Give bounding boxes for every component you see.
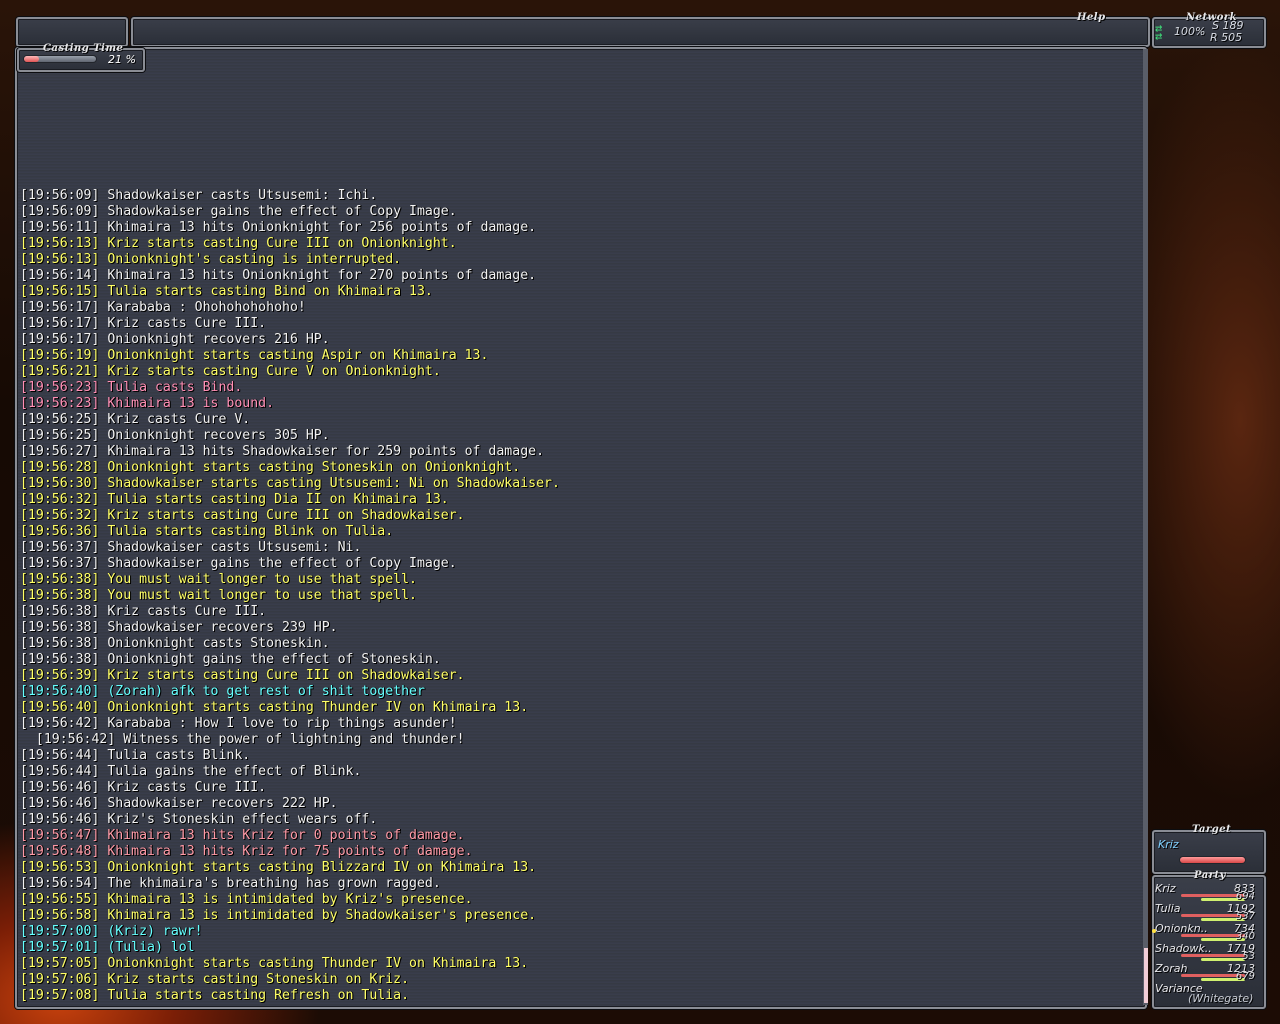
- chat-line: [19:56:15] Tulia starts casting Bind on …: [20, 284, 433, 299]
- chat-line: [19:56:11] Khimaira 13 hits Onionknight …: [20, 220, 537, 235]
- party-member-mp: 694: [1235, 891, 1255, 902]
- chat-line: [19:56:37] Shadowkaiser casts Utsusemi: …: [20, 540, 362, 555]
- chat-line: [19:56:53] Onionknight starts casting Bl…: [20, 860, 537, 875]
- network-arrows-icon: ⇄ ⇄: [1155, 21, 1163, 43]
- chat-line: [19:57:05] Onionknight starts casting Th…: [20, 956, 529, 971]
- party-member-mp-bar: [1201, 958, 1245, 961]
- chat-scrollbar[interactable]: [1143, 49, 1148, 1005]
- chat-line: [19:56:14] Khimaira 13 hits Onionknight …: [20, 268, 537, 283]
- chat-line: [19:56:38] Kriz casts Cure III.: [20, 604, 267, 619]
- chat-line: [19:57:00] (Kriz) rawr!: [20, 924, 203, 939]
- party-member[interactable]: Kriz 833 694: [1155, 882, 1261, 902]
- chat-scroll-thumb[interactable]: [1144, 948, 1148, 1003]
- chat-line: [19:56:30] Shadowkaiser starts casting U…: [20, 476, 560, 491]
- chat-line: [19:56:32] Tulia starts casting Dia II o…: [20, 492, 449, 507]
- target-label: Target: [1192, 824, 1232, 835]
- party-label: Party: [1194, 870, 1226, 881]
- network-recv: R 505: [1210, 31, 1243, 44]
- chat-line: [19:56:47] Khimaira 13 hits Kriz for 0 p…: [20, 828, 465, 843]
- chat-line: [19:56:36] Tulia starts casting Blink on…: [20, 524, 394, 539]
- chat-line: [19:56:55] Khimaira 13 is intimidated by…: [20, 892, 473, 907]
- chat-line: [19:56:25] Onionknight recovers 305 HP.: [20, 428, 330, 443]
- chat-line: [19:56:13] Kriz starts casting Cure III …: [20, 236, 457, 251]
- chat-line: [19:56:46] Kriz casts Cure III.: [20, 780, 267, 795]
- chat-line: [19:56:32] Kriz starts casting Cure III …: [20, 508, 465, 523]
- party-member[interactable]: Zorah 1213 679: [1155, 962, 1261, 982]
- casting-progress-fill: [24, 56, 40, 62]
- chat-line: [19:56:19] Onionknight starts casting As…: [20, 348, 489, 363]
- chat-line: [19:56:48] Khimaira 13 hits Kriz for 75 …: [20, 844, 473, 859]
- chat-line: [19:56:25] Kriz casts Cure V.: [20, 412, 251, 427]
- chat-line: [19:56:09] Shadowkaiser casts Utsusemi: …: [20, 188, 378, 203]
- help-label[interactable]: Help: [1077, 12, 1106, 23]
- chat-line: [19:56:46] Shadowkaiser recovers 222 HP.: [20, 796, 338, 811]
- target-name[interactable]: Kriz: [1158, 838, 1179, 851]
- chat-line: [19:56:21] Kriz starts casting Cure V on…: [20, 364, 441, 379]
- chat-line: [19:56:28] Onionknight starts casting St…: [20, 460, 521, 475]
- party-member-mp: 53: [1242, 951, 1255, 962]
- chat-line: [19:56:40] (Zorah) afk to get rest of sh…: [20, 684, 425, 699]
- chat-line: [19:57:01] (Tulia) lol: [20, 940, 195, 955]
- chat-line: [19:56:42] Karababa : How I love to rip …: [20, 716, 457, 731]
- chat-line: [19:56:17] Karababa : Ohohohohohoho!: [20, 300, 306, 315]
- chat-line: [19:56:38] Shadowkaiser recovers 239 HP.: [20, 620, 338, 635]
- chat-line: [19:57:08] Tulia starts casting Refresh …: [20, 988, 410, 1003]
- party-member[interactable]: Shadowk.. 1719 53: [1155, 942, 1261, 962]
- party-location: (Whitegate): [1188, 992, 1254, 1005]
- casting-progress-bar: [24, 56, 96, 62]
- party-member[interactable]: Tulia 1192 537: [1155, 902, 1261, 922]
- chat-line: [19:56:39] Kriz starts casting Cure III …: [20, 668, 465, 683]
- casting-percent: 21 %: [108, 53, 136, 66]
- chat-line: [19:56:17] Onionknight recovers 216 HP.: [20, 332, 330, 347]
- target-panel[interactable]: [1152, 830, 1266, 874]
- chat-line: [19:56:38] Onionknight casts Stoneskin.: [20, 636, 330, 651]
- chat-line: [19:56:17] Kriz casts Cure III.: [20, 316, 267, 331]
- chat-line: [19:56:13] Onionknight's casting is inte…: [20, 252, 402, 267]
- chat-line: [19:56:38] You must wait longer to use t…: [20, 588, 417, 603]
- chat-line: [19:56:37] Shadowkaiser gains the effect…: [20, 556, 457, 571]
- party-member-mp: 537: [1235, 911, 1255, 922]
- chat-line: [19:56:54] The khimaira's breathing has …: [20, 876, 441, 891]
- top-main-panel: [131, 17, 1150, 47]
- chat-line: [19:56:44] Tulia casts Blink.: [20, 748, 251, 763]
- party-member-name: Tulia: [1155, 902, 1181, 915]
- chat-line: [19:56:58] Khimaira 13 is intimidated by…: [20, 908, 537, 923]
- party-member-mp: 340: [1235, 931, 1255, 942]
- chat-line: [19:56:44] Tulia gains the effect of Bli…: [20, 764, 362, 779]
- party-member[interactable]: Onionkn.. 734 340: [1152, 922, 1261, 942]
- chat-line: [19:56:23] Tulia casts Bind.: [20, 380, 243, 395]
- chat-line: [19:56:40] Onionknight starts casting Th…: [20, 700, 529, 715]
- chat-line: [19:57:06] Kriz starts casting Stoneskin…: [20, 972, 410, 987]
- party-member-name: Kriz: [1155, 882, 1176, 895]
- target-hp-bar: [1180, 857, 1246, 863]
- chat-line: [19:56:09] Shadowkaiser gains the effect…: [20, 204, 457, 219]
- chat-line: [19:56:38] Onionknight gains the effect …: [20, 652, 441, 667]
- network-percent: 100%: [1174, 25, 1206, 38]
- chat-line: [19:56:46] Kriz's Stoneskin effect wears…: [20, 812, 378, 827]
- chat-line: [19:56:42] Witness the power of lightnin…: [20, 732, 465, 747]
- chat-line: [19:56:38] You must wait longer to use t…: [20, 572, 417, 587]
- chat-line: [19:56:23] Khimaira 13 is bound.: [20, 396, 275, 411]
- chat-line: [19:56:27] Khimaira 13 hits Shadowkaiser…: [20, 444, 545, 459]
- chat-lines: [19:56:09] Shadowkaiser casts Utsusemi: …: [20, 188, 560, 1004]
- party-member-mp: 679: [1235, 971, 1255, 982]
